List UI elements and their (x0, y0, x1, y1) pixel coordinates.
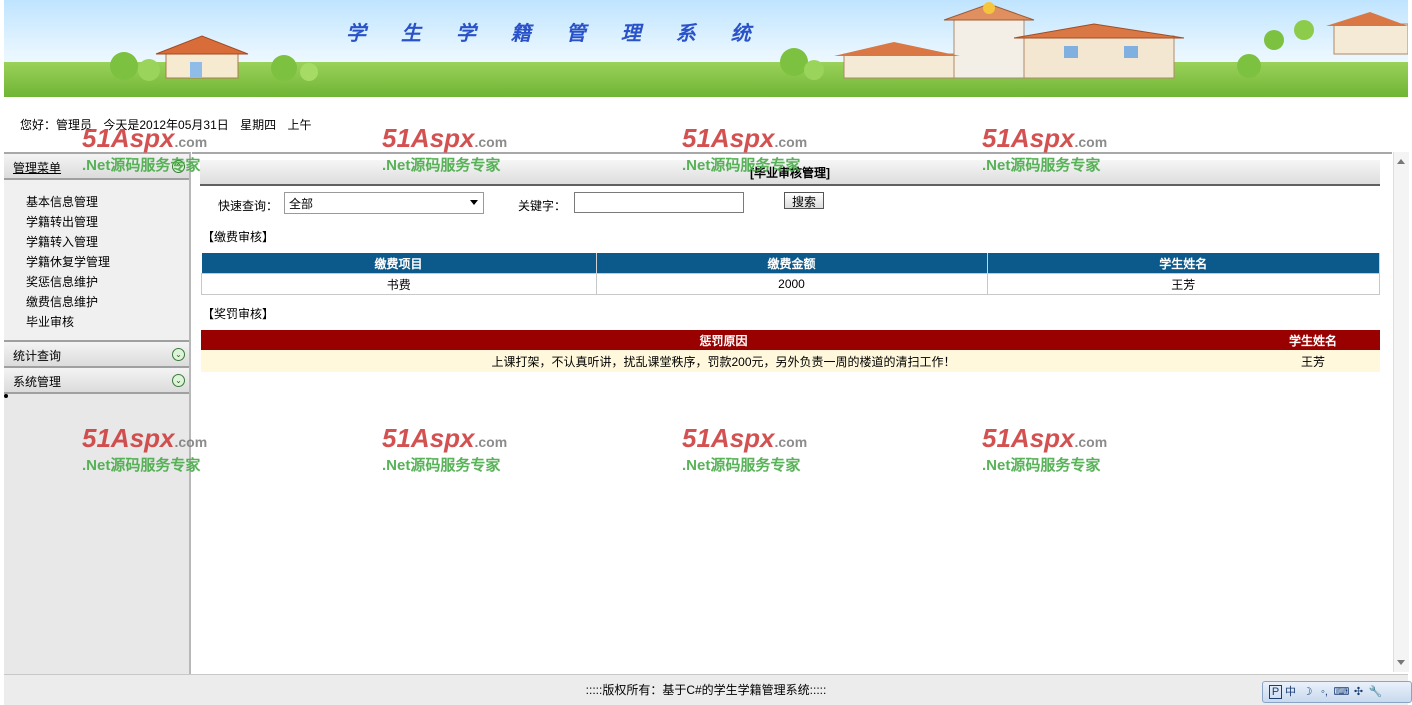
fee-table: 缴费项目 缴费金额 学生姓名 书费 2000 王芳 (201, 253, 1380, 295)
ime-toolbar[interactable]: P 中 ☽ ◦, ⌨ ✣ 🔧 (1262, 681, 1412, 703)
ime-keyboard-icon[interactable]: ⌨ (1333, 682, 1350, 702)
table-row: 上课打架，不认真听讲，扰乱课堂秩序，罚款200元，另外负责一周的楼道的清扫工作！… (201, 350, 1380, 372)
watermark-logo-suffix: .com (1074, 134, 1108, 150)
watermark-logo-suffix: .com (174, 134, 208, 150)
greeting-weekday: 星期四 (240, 118, 277, 132)
table-header-row: 惩罚原因 学生姓名 (201, 330, 1380, 350)
menu-item-suspension[interactable]: 学籍休复学管理 (26, 252, 189, 272)
student-name-cell: 王芳 (986, 273, 1380, 295)
keyword-input[interactable] (574, 192, 744, 213)
watermark-logo: 51Aspx (682, 123, 775, 153)
column-header: 学生姓名 (1246, 330, 1380, 350)
menu-item-basic-info[interactable]: 基本信息管理 (26, 192, 189, 212)
quick-query-select[interactable]: 全部 (284, 192, 484, 214)
keyword-label: 关键字： (518, 199, 567, 213)
collapse-icon[interactable]: ⌃ (172, 160, 185, 173)
menu-head-system-label: 系统管理 (13, 375, 62, 389)
watermark-logo-suffix: .com (774, 134, 808, 150)
menu-head-management-label: 管理菜单 (13, 161, 62, 175)
chevron-down-icon[interactable] (470, 200, 478, 205)
scroll-down-icon[interactable] (1397, 660, 1405, 665)
student-name-cell: 王芳 (1246, 350, 1380, 372)
ime-logo-icon[interactable]: P (1269, 685, 1282, 699)
menu-item-transfer-out[interactable]: 学籍转出管理 (26, 212, 189, 232)
table-row: 书费 2000 王芳 (201, 273, 1380, 295)
header-banner: 学 生 学 籍 管 理 系 统 (4, 0, 1408, 97)
greeting-period: 上午 (287, 118, 312, 132)
system-title: 学 生 学 籍 管 理 系 统 (346, 21, 765, 45)
quick-query-label: 快速查询： (218, 199, 279, 213)
menu-head-system[interactable]: 系统管理 ⌄ (4, 368, 189, 394)
column-header: 学生姓名 (987, 253, 1380, 274)
ime-punct-icon[interactable]: ◦, (1316, 682, 1333, 702)
expand-icon[interactable]: ⌄ (172, 374, 185, 387)
search-button[interactable]: 搜索 (784, 192, 824, 209)
menu-item-graduation[interactable]: 毕业审核 (26, 312, 189, 332)
punish-reason-cell: 上课打架，不认真听讲，扰乱课堂秩序，罚款200元，另外负责一周的楼道的清扫工作！ (201, 350, 1246, 372)
ime-wrench-icon[interactable]: 🔧 (1367, 682, 1384, 702)
fee-section-label: 【缴费审核】 (202, 230, 275, 244)
ime-chinese-mode[interactable]: 中 (1282, 682, 1299, 702)
menu-item-fees[interactable]: 缴费信息维护 (26, 292, 189, 312)
sidebar: 管理菜单 ⌃ 基本信息管理 学籍转出管理 学籍转入管理 学籍休复学管理 奖惩信息… (4, 152, 191, 674)
column-header: 缴费项目 (201, 253, 597, 274)
main-content: [毕业审核管理] 快速查询： 全部 关键字： 搜索 【缴费审核】 缴费项目 缴费… (192, 152, 1392, 674)
fee-amount-cell: 2000 (595, 273, 988, 295)
quick-query-value: 全部 (289, 197, 314, 211)
column-header: 缴费金额 (596, 253, 988, 274)
punish-section-label: 【奖罚审核】 (202, 307, 275, 321)
menu-head-management[interactable]: 管理菜单 ⌃ (4, 154, 189, 180)
greeting-bar: 您好：管理员 今天是2012年05月31日 星期四 上午 (20, 116, 319, 133)
greeting-user: 您好：管理员 (20, 118, 93, 132)
management-menu: 基本信息管理 学籍转出管理 学籍转入管理 学籍休复学管理 奖惩信息维护 缴费信息… (4, 180, 189, 342)
page-title: [毕业审核管理] (200, 160, 1380, 186)
scroll-up-icon[interactable] (1397, 159, 1405, 164)
column-header: 惩罚原因 (201, 330, 1246, 350)
punish-table: 惩罚原因 学生姓名 上课打架，不认真听讲，扰乱课堂秩序，罚款200元，另外负责一… (201, 330, 1380, 372)
expand-icon[interactable]: ⌄ (172, 348, 185, 361)
menu-item-rewards[interactable]: 奖惩信息维护 (26, 272, 189, 292)
fee-item-cell: 书费 (201, 273, 597, 295)
vertical-scrollbar[interactable] (1393, 152, 1409, 672)
ime-tool-icon[interactable]: ✣ (1350, 682, 1367, 702)
watermark-logo: 51Aspx (982, 123, 1075, 153)
footer-copyright: :::::版权所有：基于C#的学生学籍管理系统::::: (4, 674, 1408, 705)
bullet-dot (4, 394, 8, 398)
menu-item-transfer-in[interactable]: 学籍转入管理 (26, 232, 189, 252)
ime-moon-icon[interactable]: ☽ (1299, 682, 1316, 702)
menu-head-stats[interactable]: 统计查询 ⌄ (4, 342, 189, 368)
table-header-row: 缴费项目 缴费金额 学生姓名 (201, 253, 1380, 274)
greeting-date: 今天是2012年05月31日 (103, 118, 229, 132)
banner-scenery (110, 2, 1408, 81)
watermark-logo: 51Aspx (382, 123, 475, 153)
menu-head-stats-label: 统计查询 (13, 349, 62, 363)
watermark-logo-suffix: .com (474, 134, 508, 150)
